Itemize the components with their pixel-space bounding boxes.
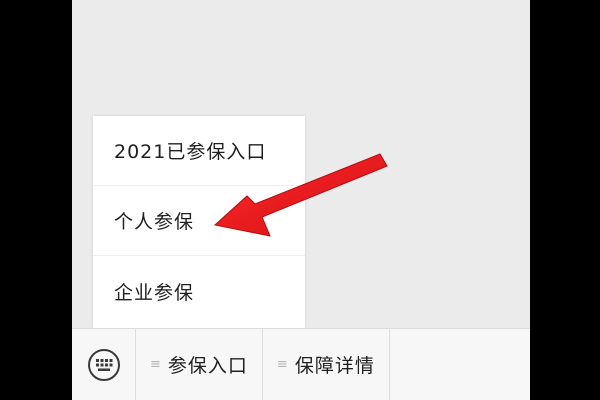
menu-button-label: 参保入口 [167,355,248,377]
keyboard-icon [87,348,120,381]
bottom-menu-bar: ≡ 参保入口 ≡ 保障详情 [72,328,530,400]
menu-lines-icon: ≡ [150,357,162,372]
menu-lines-icon: ≡ [276,357,289,372]
menu-button-label: 保障详情 [294,355,375,377]
popup-item-enterprise-insurance[interactable]: 企业参保 [93,256,305,326]
popup-item-label: 企业参保 [114,281,195,304]
popup-item-label: 2021已参保入口 [114,141,267,163]
popup-item-label: 个人参保 [114,211,195,233]
menu-button-coverage-details[interactable]: ≡ 保障详情 [263,328,390,400]
phone-screen: 2021已参保入口 个人参保 企业参保 ≡ 参保入口 ≡ 保障详情 [72,0,530,400]
menu-button-insurance-entry[interactable]: ≡ 参保入口 [136,328,263,400]
keyboard-toggle-button[interactable] [72,328,136,400]
screenshot-stage: 2021已参保入口 个人参保 企业参保 ≡ 参保入口 ≡ 保障详情 [0,0,600,400]
popup-item-2021-insured-entry[interactable]: 2021已参保入口 [93,116,305,186]
popup-menu: 2021已参保入口 个人参保 企业参保 [93,116,305,328]
popup-item-personal-insurance[interactable]: 个人参保 [93,186,305,256]
